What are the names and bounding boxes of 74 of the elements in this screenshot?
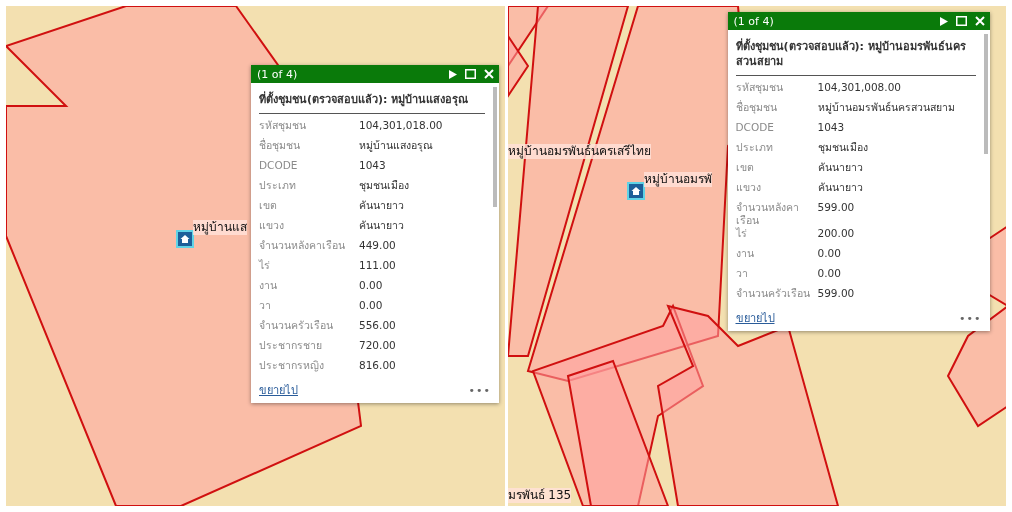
field-label: แขวง [259,219,285,232]
popup-title: ที่ตั้งชุมชน(ตรวจสอบแล้ว): หมู่บ้านอมรพันธ์นครสวนสยาม [735,36,976,76]
field-value: 1043 [817,121,846,134]
maximize-icon[interactable] [465,69,476,79]
field-value: ชุมชนเมือง [359,179,410,192]
close-icon[interactable] [974,16,985,26]
field-value: 111.00 [359,259,397,272]
field-label: ชื่อชุมชน [735,101,778,114]
house-icon [630,186,641,196]
field-value: 200.00 [817,227,856,240]
field-value: ชุมชนเมือง [817,141,869,154]
field-value: 1043 [359,159,387,172]
popup-title: ที่ตั้งชุมชน(ตรวจสอบแล้ว): หมู่บ้านแสงอรุณ [259,89,485,114]
play-icon[interactable] [939,16,948,26]
field-value: 599.00 [817,287,856,300]
field-value: คันนายาว [817,161,864,174]
field-label: ชื่อชุมชน [259,139,301,152]
field-label: ประเภท [259,179,297,192]
house-icon [180,234,190,244]
field-label: รหัสชุมชน [259,119,307,132]
field-label: เขต [259,199,278,212]
field-value: 720.00 [359,339,397,352]
more-menu[interactable]: ••• [959,311,982,325]
field-value: 816.00 [359,359,397,372]
field-label: งาน [259,279,278,292]
field-value: คันนายาว [359,219,405,232]
map-label: มรพันธ์ 135 [507,488,572,503]
field-value: 104,301,008.00 [817,81,902,94]
field-label: ไร่ [735,227,748,240]
map-label: หมู่บ้านอมรพันธ์นครเสรีไทย [507,144,651,159]
community-marker[interactable] [626,182,645,200]
field-label: แขวง [735,181,762,194]
community-marker[interactable] [176,230,194,248]
field-label: จำนวนครัวเรือน [259,319,334,332]
field-value: คันนายาว [817,181,864,194]
field-value: คันนายาว [359,199,405,212]
scrollbar[interactable] [493,87,497,207]
field-value: หมู่บ้านแสงอรุณ [359,139,434,152]
field-label: จำนวนครัวเรือน [735,287,811,300]
zoom-to-link[interactable]: ขยายไป [259,381,298,399]
popup-counter: (1 of 4) [733,14,775,28]
field-value: 0.00 [359,279,384,292]
field-value: 104,301,018.00 [359,119,444,132]
more-menu[interactable]: ••• [468,383,491,397]
field-label: ประชากรหญิง [259,359,325,372]
field-label: จำนวนหลังคาเรือน [259,239,346,252]
field-value: 0.00 [817,247,842,260]
field-label: ไร่ [259,259,271,272]
close-icon[interactable] [484,69,494,79]
popup-counter: (1 of 4) [257,67,299,81]
field-label: วา [735,267,749,280]
play-icon[interactable] [449,69,457,79]
field-label: งาน [735,247,755,260]
map-background[interactable] [6,6,505,506]
field-label: เขต [735,161,755,174]
field-label: รหัสชุมชน [735,81,784,94]
field-label: วา [259,299,272,312]
map-label: หมู่บ้านอมรพั [643,172,712,187]
scrollbar[interactable] [983,34,988,154]
field-label: ประเภท [735,141,774,154]
field-value: 449.00 [359,239,397,252]
field-label: DCODE [259,159,299,172]
field-value: 0.00 [359,299,384,312]
field-label: จำนวนหลังคาเรือน [735,201,800,227]
map-label: หมู่บ้านแส [193,220,247,235]
field-value: 599.00 [817,201,856,214]
maximize-icon[interactable] [955,16,967,26]
map-background[interactable] [507,6,1006,506]
field-label: ประชากรชาย [259,339,323,352]
field-label: DCODE [735,121,775,134]
field-value: 0.00 [817,267,842,280]
field-value: หมู่บ้านอมรพันธ์นครสวนสยาม [817,101,956,114]
zoom-to-link[interactable]: ขยายไป [735,309,775,327]
field-value: 556.00 [359,319,397,332]
